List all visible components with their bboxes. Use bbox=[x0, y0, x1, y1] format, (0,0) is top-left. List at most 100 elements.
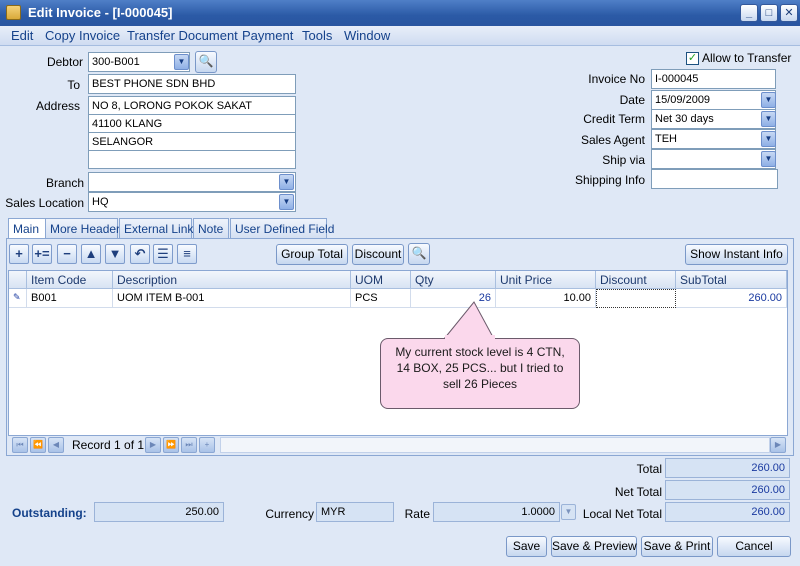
table-cell-unit-price[interactable]: 10.00 bbox=[496, 289, 596, 308]
discount-button[interactable]: Discount bbox=[352, 244, 404, 265]
branch-label: Branch bbox=[45, 176, 84, 190]
column-header-unit-price[interactable]: Unit Price bbox=[496, 271, 596, 289]
address-line-4[interactable] bbox=[88, 150, 296, 169]
detail-view-icon[interactable]: ≡ bbox=[177, 244, 197, 264]
chevron-down-icon[interactable]: ▼ bbox=[279, 174, 294, 190]
tab-more-header[interactable]: More Header bbox=[45, 218, 120, 238]
save-preview-button[interactable]: Save & Preview bbox=[551, 536, 637, 557]
maximize-icon[interactable]: □ bbox=[760, 4, 778, 22]
list-icon[interactable]: ☰ bbox=[153, 244, 173, 264]
shipping-info-label: Shipping Info bbox=[574, 173, 645, 187]
chevron-down-icon[interactable]: ▼ bbox=[761, 111, 776, 127]
horizontal-scrollbar[interactable] bbox=[220, 437, 770, 453]
row-edit-indicator-icon: ✎ bbox=[9, 289, 27, 308]
table-cell-subtotal[interactable]: 260.00 bbox=[676, 289, 787, 308]
sales-agent-field[interactable]: TEH bbox=[651, 129, 776, 149]
move-down-icon[interactable]: ▼ bbox=[105, 244, 125, 264]
outstanding-value: 250.00 bbox=[94, 502, 224, 522]
insert-row-icon[interactable]: += bbox=[32, 244, 52, 264]
undo-icon[interactable]: ↶ bbox=[130, 244, 150, 264]
column-header-subtotal[interactable]: SubTotal bbox=[676, 271, 787, 289]
first-page-icon[interactable]: ⏮ bbox=[12, 437, 28, 453]
window-title: Edit Invoice - [I-000045] bbox=[28, 5, 173, 20]
menu-bar: Edit Copy Invoice Transfer Document Paym… bbox=[0, 26, 800, 46]
ship-via-label: Ship via bbox=[602, 153, 645, 167]
row-indicator-header bbox=[9, 271, 27, 289]
title-bar: Edit Invoice - [I-000045] _ □ ✕ bbox=[0, 0, 800, 26]
add-row-icon[interactable]: + bbox=[9, 244, 29, 264]
chevron-down-icon[interactable]: ▼ bbox=[761, 131, 776, 147]
show-instant-info-button[interactable]: Show Instant Info bbox=[685, 244, 788, 265]
address-line-1[interactable]: NO 8, LORONG POKOK SAKAT bbox=[88, 96, 296, 115]
menu-transfer-document[interactable]: Transfer Document bbox=[127, 28, 238, 43]
column-header-uom[interactable]: UOM bbox=[351, 271, 411, 289]
shipping-info-field[interactable] bbox=[651, 169, 778, 189]
record-navigator: ⏮ ⏪ ◀ Record 1 of 1 ▶ ⏩ ⏭ + ▶ bbox=[8, 436, 788, 454]
column-header-qty[interactable]: Qty bbox=[411, 271, 496, 289]
chevron-down-icon[interactable]: ▼ bbox=[279, 194, 294, 210]
save-button[interactable]: Save bbox=[506, 536, 547, 557]
delete-row-icon[interactable]: − bbox=[57, 244, 77, 264]
currency-label: Currency bbox=[265, 507, 314, 521]
local-net-total-value: 260.00 bbox=[665, 502, 790, 522]
next-record-icon[interactable]: ▶ bbox=[145, 437, 161, 453]
credit-term-field[interactable]: Net 30 days bbox=[651, 109, 776, 129]
total-label: Total bbox=[636, 462, 662, 476]
column-header-item-code[interactable]: Item Code bbox=[27, 271, 113, 289]
item-search-button[interactable]: 🔍 bbox=[408, 243, 430, 265]
rate-label: Rate bbox=[404, 507, 430, 521]
table-cell-description[interactable]: UOM ITEM B-001 bbox=[113, 289, 351, 308]
cancel-button[interactable]: Cancel bbox=[717, 536, 791, 557]
allow-transfer-label: Allow to Transfer bbox=[702, 51, 792, 65]
date-field[interactable]: 15/09/2009 bbox=[651, 90, 776, 110]
credit-term-label: Credit Term bbox=[583, 112, 645, 126]
calendar-dropdown-icon[interactable]: ▼ bbox=[761, 92, 776, 108]
scroll-right-icon[interactable]: ▶ bbox=[770, 437, 786, 453]
menu-window[interactable]: Window bbox=[344, 28, 390, 43]
invoice-icon bbox=[6, 5, 21, 20]
group-total-button[interactable]: Group Total bbox=[276, 244, 348, 265]
net-total-value: 260.00 bbox=[665, 480, 790, 500]
previous-record-icon[interactable]: ◀ bbox=[48, 437, 64, 453]
date-label: Date bbox=[619, 93, 645, 107]
to-field[interactable]: BEST PHONE SDN BHD bbox=[88, 74, 296, 94]
rate-value: 1.0000 bbox=[433, 502, 560, 522]
invoice-no-field[interactable]: I-000045 bbox=[651, 69, 776, 89]
address-label: Address bbox=[35, 99, 80, 113]
menu-copy-invoice[interactable]: Copy Invoice bbox=[45, 28, 120, 43]
table-cell-discount[interactable] bbox=[596, 289, 676, 308]
table-cell-item-code[interactable]: B001 bbox=[27, 289, 113, 308]
minimize-icon[interactable]: _ bbox=[740, 4, 758, 22]
allow-transfer-checkbox[interactable]: ✓ bbox=[686, 52, 699, 65]
next-page-icon[interactable]: ⏩ bbox=[163, 437, 179, 453]
column-header-discount[interactable]: Discount bbox=[596, 271, 676, 289]
chevron-down-icon[interactable]: ▼ bbox=[761, 151, 776, 167]
save-print-button[interactable]: Save & Print bbox=[641, 536, 713, 557]
table-cell-uom[interactable]: PCS bbox=[351, 289, 411, 308]
sales-agent-label: Sales Agent bbox=[580, 133, 645, 147]
move-up-icon[interactable]: ▲ bbox=[81, 244, 101, 264]
menu-edit[interactable]: Edit bbox=[11, 28, 33, 43]
menu-tools[interactable]: Tools bbox=[302, 28, 332, 43]
tab-external-link[interactable]: External Link bbox=[119, 218, 193, 238]
column-header-description[interactable]: Description bbox=[113, 271, 351, 289]
tab-main[interactable]: Main bbox=[8, 218, 46, 239]
branch-field[interactable] bbox=[88, 172, 296, 192]
sales-location-field[interactable]: HQ bbox=[88, 192, 296, 212]
stock-level-callout: My current stock level is 4 CTN, 14 BOX,… bbox=[380, 338, 580, 409]
add-record-icon[interactable]: + bbox=[199, 437, 215, 453]
menu-payment[interactable]: Payment bbox=[242, 28, 293, 43]
debtor-search-button[interactable]: 🔍 bbox=[195, 51, 217, 73]
address-line-2[interactable]: 41100 KLANG bbox=[88, 114, 296, 133]
chevron-down-icon[interactable]: ▼ bbox=[174, 54, 189, 70]
address-line-3[interactable]: SELANGOR bbox=[88, 132, 296, 151]
debtor-label: Debtor bbox=[46, 55, 83, 69]
close-icon[interactable]: ✕ bbox=[780, 4, 798, 22]
previous-page-icon[interactable]: ⏪ bbox=[30, 437, 46, 453]
ship-via-field[interactable] bbox=[651, 149, 776, 169]
last-page-icon[interactable]: ⏭ bbox=[181, 437, 197, 453]
tab-user-defined-field[interactable]: User Defined Field bbox=[230, 218, 334, 238]
search-icon: 🔍 bbox=[411, 246, 427, 260]
tab-note[interactable]: Note bbox=[193, 218, 229, 238]
total-value: 260.00 bbox=[665, 458, 790, 478]
